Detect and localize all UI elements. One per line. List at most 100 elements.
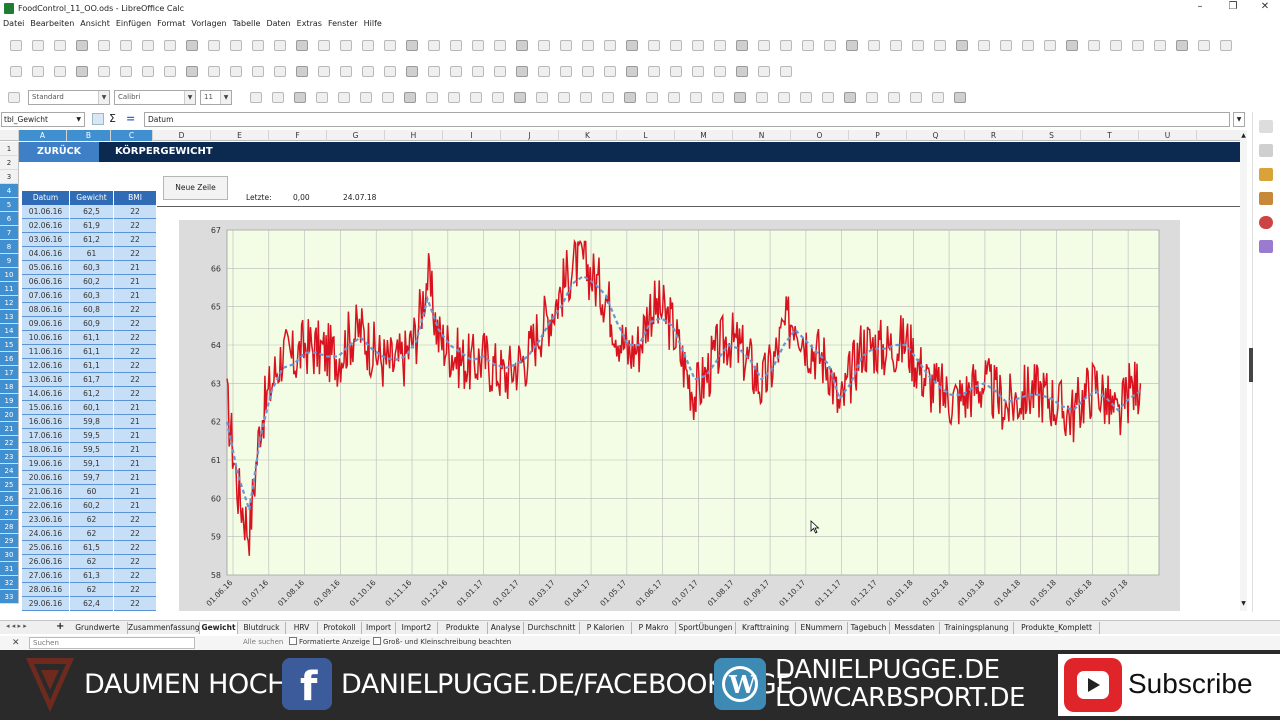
- column-header-h[interactable]: H: [385, 130, 443, 141]
- add-sheet-icon[interactable]: +: [56, 621, 64, 632]
- row-header[interactable]: 24: [0, 464, 19, 478]
- row-header[interactable]: 31: [0, 562, 19, 576]
- properties-icon[interactable]: [1259, 144, 1273, 157]
- table-cell[interactable]: 14.06.16: [22, 387, 69, 401]
- toolbar-button-icon[interactable]: [888, 92, 900, 103]
- menu-datei[interactable]: Datei: [0, 17, 27, 31]
- row-header[interactable]: 23: [0, 450, 19, 464]
- toolbar-button-icon[interactable]: [208, 66, 220, 77]
- table-header-bmi[interactable]: BMI: [114, 191, 156, 205]
- table-cell[interactable]: 19.06.16: [22, 457, 69, 471]
- table-cell[interactable]: 21: [114, 289, 156, 303]
- toolbar-button-icon[interactable]: [1066, 40, 1078, 51]
- row-header[interactable]: 26: [0, 492, 19, 506]
- toolbar-button-icon[interactable]: [230, 66, 242, 77]
- table-cell[interactable]: 21: [114, 443, 156, 457]
- row-header[interactable]: 30: [0, 548, 19, 562]
- toolbar-button-icon[interactable]: [714, 40, 726, 51]
- table-cell[interactable]: 09.06.16: [22, 317, 69, 331]
- table-cell[interactable]: 22: [114, 373, 156, 387]
- chevron-down-icon[interactable]: ▼: [76, 113, 81, 126]
- sheet-tab[interactable]: Grundwerte: [68, 622, 128, 634]
- sheet-tab[interactable]: Blutdruck: [238, 622, 286, 634]
- subscribe-button[interactable]: Subscribe: [1058, 654, 1280, 716]
- row-header[interactable]: 6: [0, 212, 19, 226]
- vertical-scrollbar[interactable]: ▲ ▼: [1240, 130, 1247, 611]
- table-cell[interactable]: 62: [70, 555, 113, 569]
- row-header[interactable]: 10: [0, 268, 19, 282]
- toolbar-button-icon[interactable]: [338, 92, 350, 103]
- formatted-checkbox[interactable]: [289, 637, 297, 645]
- table-cell[interactable]: 06.06.16: [22, 275, 69, 289]
- column-header-d[interactable]: D: [153, 130, 211, 141]
- table-cell[interactable]: 07.06.16: [22, 289, 69, 303]
- toolbar-button-icon[interactable]: [186, 40, 198, 51]
- toolbar-button-icon[interactable]: [560, 66, 572, 77]
- toolbar-button-icon[interactable]: [712, 92, 724, 103]
- toolbar-button-icon[interactable]: [934, 40, 946, 51]
- row-header[interactable]: 33: [0, 590, 19, 604]
- gallery-icon[interactable]: [1259, 192, 1273, 205]
- table-cell[interactable]: 60,9: [70, 317, 113, 331]
- toolbar-button-icon[interactable]: [780, 40, 792, 51]
- table-cell[interactable]: 61,1: [70, 331, 113, 345]
- table-cell[interactable]: 21: [114, 499, 156, 513]
- toolbar-button-icon[interactable]: [472, 66, 484, 77]
- toolbar-button-icon[interactable]: [450, 66, 462, 77]
- table-cell[interactable]: 62: [70, 527, 113, 541]
- table-header-gewicht[interactable]: Gewicht: [70, 191, 113, 205]
- table-cell[interactable]: 22: [114, 387, 156, 401]
- toolbar-button-icon[interactable]: [846, 40, 858, 51]
- table-cell[interactable]: 22: [114, 555, 156, 569]
- toolbar-button-icon[interactable]: [604, 40, 616, 51]
- toolbar-button-icon[interactable]: [956, 40, 968, 51]
- toolbar-button-icon[interactable]: [824, 40, 836, 51]
- function-wizard-icon[interactable]: [92, 113, 104, 125]
- toolbar-button-icon[interactable]: [602, 92, 614, 103]
- row-header[interactable]: 1: [0, 142, 19, 156]
- sheet-tab[interactable]: Produkte_Komplett: [1014, 622, 1100, 634]
- toolbar-button-icon[interactable]: [340, 40, 352, 51]
- row-header[interactable]: 32: [0, 576, 19, 590]
- table-cell[interactable]: 21: [114, 401, 156, 415]
- column-header-f[interactable]: F: [269, 130, 327, 141]
- table-cell[interactable]: 21: [114, 261, 156, 275]
- table-cell[interactable]: 21: [114, 485, 156, 499]
- font-select[interactable]: Calibri ▼: [114, 90, 196, 105]
- toolbar-button-icon[interactable]: [54, 66, 66, 77]
- sum-icon[interactable]: Σ: [109, 112, 116, 126]
- toolbar-button-icon[interactable]: [164, 66, 176, 77]
- table-cell[interactable]: 02.06.16: [22, 219, 69, 233]
- toolbar-button-icon[interactable]: [736, 40, 748, 51]
- toolbar-button-icon[interactable]: [626, 66, 638, 77]
- match-case-checkbox[interactable]: [373, 637, 381, 645]
- toolbar-button-icon[interactable]: [230, 40, 242, 51]
- toolbar-button-icon[interactable]: [1198, 40, 1210, 51]
- toolbar-button-icon[interactable]: [822, 92, 834, 103]
- toolbar-button-icon[interactable]: [868, 40, 880, 51]
- toolbar-button-icon[interactable]: [624, 92, 636, 103]
- menu-tabelle[interactable]: Tabelle: [230, 17, 264, 31]
- menu-einfügen[interactable]: Einfügen: [113, 17, 154, 31]
- toolbar-button-icon[interactable]: [318, 66, 330, 77]
- scroll-up-icon[interactable]: ▲: [1240, 132, 1247, 140]
- sheet-tab[interactable]: SportÜbungen: [676, 622, 736, 634]
- menu-format[interactable]: Format: [154, 17, 188, 31]
- row-header[interactable]: 21: [0, 422, 19, 436]
- search-input[interactable]: Suchen: [29, 637, 195, 649]
- table-cell[interactable]: 61: [70, 247, 113, 261]
- column-header-b[interactable]: B: [67, 130, 111, 141]
- toolbar-button-icon[interactable]: [516, 40, 528, 51]
- toolbar-button-icon[interactable]: [580, 92, 592, 103]
- toolbar-button-icon[interactable]: [670, 40, 682, 51]
- toolbar-button-icon[interactable]: [910, 92, 922, 103]
- toolbar-button-icon[interactable]: [382, 92, 394, 103]
- row-header[interactable]: 17: [0, 366, 19, 380]
- table-cell[interactable]: 27.06.16: [22, 569, 69, 583]
- column-header-r[interactable]: R: [965, 130, 1023, 141]
- formula-input[interactable]: Datum: [144, 112, 1230, 127]
- row-header[interactable]: 14: [0, 324, 19, 338]
- row-header[interactable]: 2: [0, 156, 19, 170]
- table-cell[interactable]: 24.06.16: [22, 527, 69, 541]
- table-cell[interactable]: 22: [114, 247, 156, 261]
